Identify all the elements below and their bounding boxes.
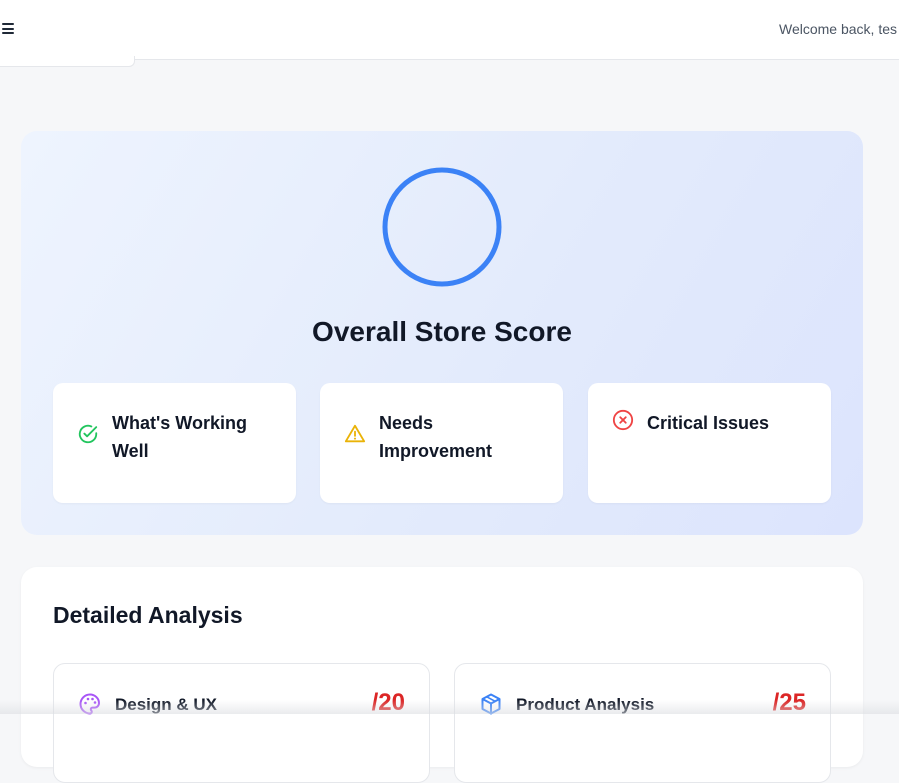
bottom-scroll-shadow	[0, 700, 899, 714]
overall-score-panel: Overall Store Score What's Working Well …	[21, 131, 863, 535]
detailed-analysis-section: Detailed Analysis Design & UX /20 Produc…	[21, 567, 863, 783]
critical-issues-label: Critical Issues	[647, 413, 770, 433]
product-analysis-card[interactable]: Product Analysis /25	[454, 663, 831, 783]
score-ring	[382, 167, 502, 287]
critical-issues-card[interactable]: Critical Issues	[588, 383, 831, 503]
warning-triangle-icon	[344, 424, 366, 443]
check-circle-icon	[78, 424, 98, 444]
working-well-card[interactable]: What's Working Well	[53, 383, 296, 503]
working-well-label: What's Working Well	[112, 413, 247, 461]
dropdown-panel-edge	[0, 56, 135, 67]
needs-improvement-label: Needs Improvement	[379, 413, 493, 461]
overall-score-title: Overall Store Score	[312, 316, 572, 347]
needs-improvement-card[interactable]: Needs Improvement	[320, 383, 563, 503]
design-ux-card[interactable]: Design & UX /20	[53, 663, 430, 783]
hamburger-menu-icon[interactable]	[2, 23, 16, 37]
top-bar: Welcome back, tes	[0, 0, 899, 60]
x-circle-icon	[612, 409, 634, 431]
welcome-message: Welcome back, tes	[779, 21, 898, 37]
detailed-analysis-title: Detailed Analysis	[53, 602, 243, 628]
